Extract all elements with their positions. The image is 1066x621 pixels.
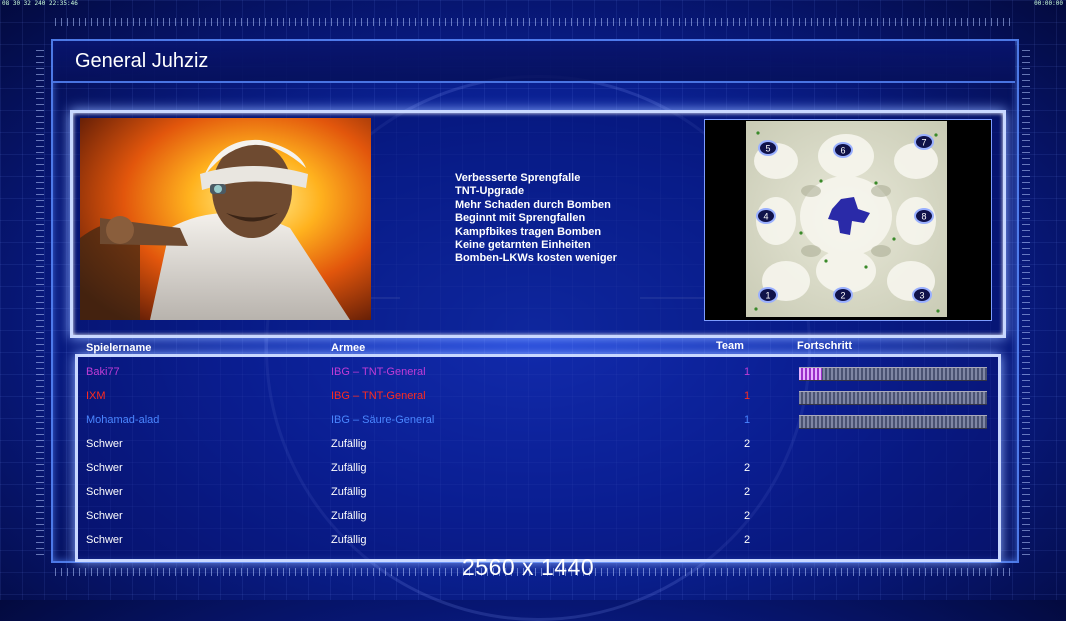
player-army: IBG – TNT-General (331, 390, 426, 402)
player-team: 1 (744, 414, 751, 426)
header-team: Team (716, 340, 744, 352)
progress-bar (799, 391, 987, 405)
start-position-marker[interactable]: 5 (758, 140, 778, 156)
start-position-marker[interactable]: 8 (914, 208, 934, 224)
general-portrait (80, 118, 371, 320)
bonus-item: Verbesserte Sprengfalle (455, 172, 581, 184)
general-bonus-list: Verbesserte Sprengfalle TNT-Upgrade Mehr… (455, 172, 617, 266)
start-position-label: 3 (919, 291, 924, 301)
player-name: Mohamad-alad (86, 414, 160, 426)
start-position-marker[interactable]: 1 (758, 287, 778, 303)
bonus-item: Mehr Schaden durch Bomben (455, 198, 611, 211)
page-title: General Juhziz (75, 50, 209, 72)
player-army: Zufällig (331, 462, 367, 474)
player-table (75, 354, 1001, 562)
progress-bar (799, 415, 987, 429)
player-team: 2 (744, 534, 751, 546)
start-position-marker[interactable]: 4 (756, 208, 776, 224)
player-team: 1 (744, 366, 751, 378)
start-position-label: 7 (921, 138, 926, 148)
player-team: 2 (744, 486, 751, 498)
start-position-marker[interactable]: 2 (833, 287, 853, 303)
header-army: Armee (331, 342, 366, 354)
player-name: Schwer (86, 462, 123, 474)
player-name: Schwer (86, 438, 123, 450)
start-position-label: 6 (840, 146, 845, 156)
hud-stats: 08 30 32 240 22:35:46 (2, 0, 78, 7)
player-name: Schwer (86, 510, 123, 522)
start-position-marker[interactable]: 6 (833, 142, 853, 158)
start-position-label: 4 (763, 212, 768, 222)
player-army: IBG – TNT-General (331, 366, 426, 378)
resolution-watermark: 2560 x 1440 (462, 554, 595, 580)
portrait-image (80, 118, 371, 320)
bonus-item: Bomben-LKWs kosten weniger (455, 252, 617, 265)
player-army: IBG – Säure-General (331, 414, 435, 426)
start-position-label: 1 (765, 291, 770, 301)
start-position-label: 8 (921, 212, 926, 222)
player-name: Schwer (86, 534, 123, 546)
hud-topbar: 08 30 32 240 22:35:46 00:00:00 (0, 0, 1066, 8)
map-preview-image: 1 2 3 4 5 6 7 8 (746, 121, 947, 317)
ruler-top (55, 18, 1015, 26)
ruler-right (1022, 45, 1030, 555)
bonus-item: Kampfbikes tragen Bomben (455, 225, 602, 238)
start-position-label: 5 (765, 144, 770, 154)
bonus-item: Keine getarnten Einheiten (455, 239, 591, 252)
player-team: 2 (744, 510, 751, 522)
player-name: Schwer (86, 486, 123, 498)
start-position-marker[interactable]: 7 (914, 134, 934, 150)
player-team: 2 (744, 438, 751, 450)
player-team: 1 (744, 390, 751, 402)
player-army: Zufällig (331, 510, 367, 522)
header-player-name: Spielername (86, 342, 152, 354)
player-army: Zufällig (331, 438, 367, 450)
bonus-item: Beginnt mit Sprengfallen (455, 212, 586, 225)
player-name: Baki77 (86, 366, 120, 378)
minimap: 1 2 3 4 5 6 7 8 (746, 121, 947, 317)
header-progress: Fortschritt (797, 340, 852, 352)
player-army: Zufällig (331, 534, 367, 546)
progress-bar (799, 367, 987, 381)
bonus-item: TNT-Upgrade (455, 185, 525, 198)
player-army: Zufällig (331, 486, 367, 498)
player-team: 2 (744, 462, 751, 474)
player-name: IXM (86, 390, 106, 402)
ruler-left (36, 45, 44, 555)
progress-bar-fill (799, 368, 822, 380)
start-position-label: 2 (840, 291, 845, 301)
hud-clock: 00:00:00 (1034, 0, 1063, 7)
start-position-marker[interactable]: 3 (912, 287, 932, 303)
